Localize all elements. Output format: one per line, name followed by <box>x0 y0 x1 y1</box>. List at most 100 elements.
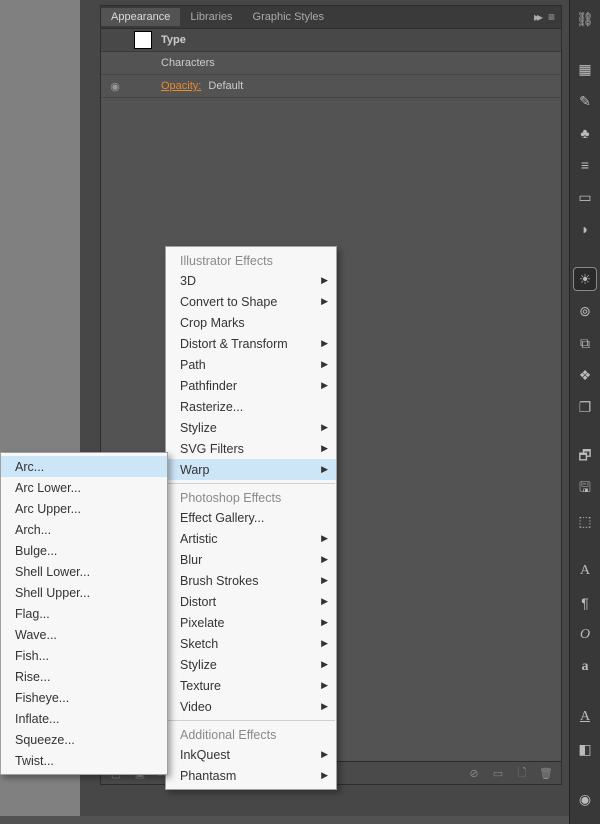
clubs-icon[interactable]: ♣ <box>574 122 596 144</box>
menu-item-arch[interactable]: Arch... <box>1 519 167 540</box>
menu-header: Photoshop Effects <box>166 487 336 507</box>
submenu-arrow-icon: ▶ <box>321 359 328 370</box>
crop-icon[interactable]: ⬚ <box>574 510 596 532</box>
stack-icon[interactable]: 🗗 <box>574 446 596 468</box>
submenu-arrow-icon: ▶ <box>321 749 328 760</box>
menu-item-sketch[interactable]: Sketch▶ <box>166 633 336 654</box>
menu-item-warp[interactable]: Warp▶ <box>166 459 336 480</box>
menu-item-twist[interactable]: Twist... <box>1 750 167 771</box>
submenu-arrow-icon: ▶ <box>321 617 328 628</box>
trash-icon[interactable]: 🗑 <box>539 766 553 780</box>
opacity-value: Default <box>208 80 243 92</box>
submenu-arrow-icon: ▶ <box>321 770 328 781</box>
menu-header: Additional Effects <box>166 724 336 744</box>
layers-icon[interactable]: ❖ <box>574 364 596 386</box>
menu-item-shell-upper[interactable]: Shell Upper... <box>1 582 167 603</box>
submenu-arrow-icon: ▶ <box>321 533 328 544</box>
submenu-arrow-icon: ▶ <box>321 422 328 433</box>
collapse-icon[interactable]: ▸▸ <box>534 10 540 24</box>
cc-icon[interactable]: ⊚ <box>574 300 596 322</box>
menu-item-inkquest[interactable]: InkQuest▶ <box>166 744 336 765</box>
submenu-arrow-icon: ▶ <box>321 638 328 649</box>
tab-libraries[interactable]: Libraries <box>180 8 242 26</box>
submenu-arrow-icon: ▶ <box>321 701 328 712</box>
selection-swatch[interactable] <box>134 31 152 49</box>
menu-item-path[interactable]: Path▶ <box>166 354 336 375</box>
menu-item-pixelate[interactable]: Pixelate▶ <box>166 612 336 633</box>
artboard-icon[interactable]: ⧉ <box>574 332 596 354</box>
type-shadow-icon[interactable]: A <box>574 706 596 728</box>
menu-item-pathfinder[interactable]: Pathfinder▶ <box>166 375 336 396</box>
menu-header: Illustrator Effects <box>166 250 336 270</box>
menu-item-wave[interactable]: Wave... <box>1 624 167 645</box>
tab-appearance[interactable]: Appearance <box>101 8 180 26</box>
menu-item-stylize[interactable]: Stylize▶ <box>166 417 336 438</box>
right-toolbar: ⛓ ▦ ✎ ♣ ≡ ▭ ◗ ☀ ⊚ ⧉ ❖ ❐ 🗗 🖫 ⬚ A ¶ O a A … <box>569 0 600 824</box>
submenu-arrow-icon: ▶ <box>321 680 328 691</box>
submenu-arrow-icon: ▶ <box>321 554 328 565</box>
submenu-arrow-icon: ▶ <box>321 575 328 586</box>
circle-shadow-icon[interactable]: ◗ <box>574 218 596 240</box>
submenu-arrow-icon: ▶ <box>321 296 328 307</box>
visibility-toggle-icon[interactable]: ◉ <box>101 80 129 93</box>
menu-item-fish[interactable]: Fish... <box>1 645 167 666</box>
swatch-icon[interactable]: ◧ <box>574 738 596 760</box>
submenu-arrow-icon: ▶ <box>321 443 328 454</box>
copy-icon[interactable]: ❐ <box>574 396 596 418</box>
menu-item-crop-marks[interactable]: Crop Marks <box>166 312 336 333</box>
menu-item-phantasm[interactable]: Phantasm▶ <box>166 765 336 786</box>
submenu-arrow-icon: ▶ <box>321 275 328 286</box>
sphere-icon[interactable]: ◉ <box>574 788 596 810</box>
brush-icon[interactable]: ✎ <box>574 90 596 112</box>
duplicate-icon[interactable]: ▭ <box>491 766 505 780</box>
link-icon[interactable]: ⛓ <box>574 8 596 30</box>
menu-item-fisheye[interactable]: Fisheye... <box>1 687 167 708</box>
panel-tabbar: Appearance Libraries Graphic Styles ▸▸ ≡ <box>101 6 561 29</box>
menu-item-brush-strokes[interactable]: Brush Strokes▶ <box>166 570 336 591</box>
effects-menu: Illustrator Effects3D▶Convert to Shape▶C… <box>165 246 337 790</box>
panel-menu-icon[interactable]: ≡ <box>548 10 555 24</box>
menu-item-stylize[interactable]: Stylize▶ <box>166 654 336 675</box>
menu-item-convert-to-shape[interactable]: Convert to Shape▶ <box>166 291 336 312</box>
tab-graphic-styles[interactable]: Graphic Styles <box>243 8 335 26</box>
menu-item-distort[interactable]: Distort▶ <box>166 591 336 612</box>
submenu-arrow-icon: ▶ <box>321 464 328 475</box>
menu-item-distort-transform[interactable]: Distort & Transform▶ <box>166 333 336 354</box>
menu-item-svg-filters[interactable]: SVG Filters▶ <box>166 438 336 459</box>
menu-item-effect-gallery[interactable]: Effect Gallery... <box>166 507 336 528</box>
menu-item-arc-lower[interactable]: Arc Lower... <box>1 477 167 498</box>
menu-item-3d[interactable]: 3D▶ <box>166 270 336 291</box>
menu-item-flag[interactable]: Flag... <box>1 603 167 624</box>
window-icon[interactable]: ▭ <box>574 186 596 208</box>
menu-item-rise[interactable]: Rise... <box>1 666 167 687</box>
new-icon[interactable]: 🗋 <box>515 766 529 780</box>
type-a-icon[interactable]: A <box>574 560 596 582</box>
submenu-arrow-icon: ▶ <box>321 338 328 349</box>
clear-appearance-icon[interactable]: ⊘ <box>467 766 481 780</box>
menu-separator <box>167 483 335 484</box>
menu-item-rasterize[interactable]: Rasterize... <box>166 396 336 417</box>
lines-icon[interactable]: ≡ <box>574 154 596 176</box>
type-o-icon[interactable]: O <box>574 624 596 646</box>
menu-item-squeeze[interactable]: Squeeze... <box>1 729 167 750</box>
menu-item-inflate[interactable]: Inflate... <box>1 708 167 729</box>
type-bold-icon[interactable]: a <box>574 656 596 678</box>
menu-item-arc-upper[interactable]: Arc Upper... <box>1 498 167 519</box>
pilcrow-icon[interactable]: ¶ <box>574 592 596 614</box>
characters-row[interactable]: Characters <box>157 57 561 69</box>
opacity-row[interactable]: Opacity: Default <box>157 80 561 92</box>
submenu-arrow-icon: ▶ <box>321 380 328 391</box>
sun-icon[interactable]: ☀ <box>574 268 596 290</box>
menu-item-texture[interactable]: Texture▶ <box>166 675 336 696</box>
grid-icon[interactable]: ▦ <box>574 58 596 80</box>
menu-item-shell-lower[interactable]: Shell Lower... <box>1 561 167 582</box>
submenu-arrow-icon: ▶ <box>321 659 328 670</box>
menu-item-video[interactable]: Video▶ <box>166 696 336 717</box>
menu-item-blur[interactable]: Blur▶ <box>166 549 336 570</box>
menu-item-bulge[interactable]: Bulge... <box>1 540 167 561</box>
menu-item-arc[interactable]: Arc... <box>1 456 167 477</box>
submenu-arrow-icon: ▶ <box>321 596 328 607</box>
disk-icon[interactable]: 🖫 <box>574 478 596 500</box>
menu-item-artistic[interactable]: Artistic▶ <box>166 528 336 549</box>
opacity-link[interactable]: Opacity: <box>161 80 201 92</box>
